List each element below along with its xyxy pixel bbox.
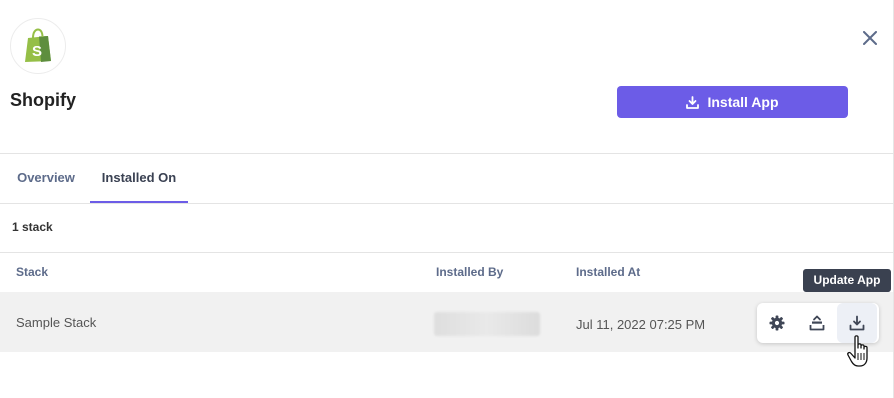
- uninstall-button[interactable]: [797, 303, 837, 343]
- installed-at-cell: Jul 11, 2022 07:25 PM: [576, 317, 706, 332]
- stack-count: 1 stack: [12, 220, 53, 234]
- install-app-label: Install App: [707, 94, 779, 110]
- settings-button[interactable]: [757, 303, 797, 343]
- update-icon: [849, 315, 865, 331]
- tabs-divider: [0, 203, 894, 204]
- stack-name-cell: Sample Stack: [16, 315, 97, 330]
- tab-installed-on[interactable]: Installed On: [90, 154, 188, 203]
- tab-overview[interactable]: Overview: [10, 154, 82, 203]
- update-app-tooltip: Update App: [803, 269, 891, 292]
- table-top-divider: [0, 252, 894, 253]
- svg-text:S: S: [32, 43, 42, 60]
- install-app-button[interactable]: Install App: [617, 86, 848, 118]
- close-button[interactable]: [858, 26, 882, 50]
- app-title: Shopify: [10, 90, 76, 110]
- shopify-bag-icon: S: [25, 28, 51, 62]
- column-header-installed-by: Installed By: [436, 265, 504, 279]
- close-icon: [863, 31, 877, 45]
- install-icon: [686, 95, 700, 109]
- uninstall-icon: [809, 315, 825, 331]
- gear-icon: [769, 315, 785, 331]
- column-header-installed-at: Installed At: [576, 265, 641, 279]
- hand-cursor-icon: [847, 335, 868, 367]
- app-details-modal: S Shopify Install App Overview Installed…: [0, 0, 894, 398]
- tab-bar: Overview Installed On: [0, 154, 894, 203]
- app-logo: S: [10, 18, 66, 74]
- installed-by-cell-redacted: [434, 312, 540, 336]
- column-header-stack: Stack: [16, 265, 49, 279]
